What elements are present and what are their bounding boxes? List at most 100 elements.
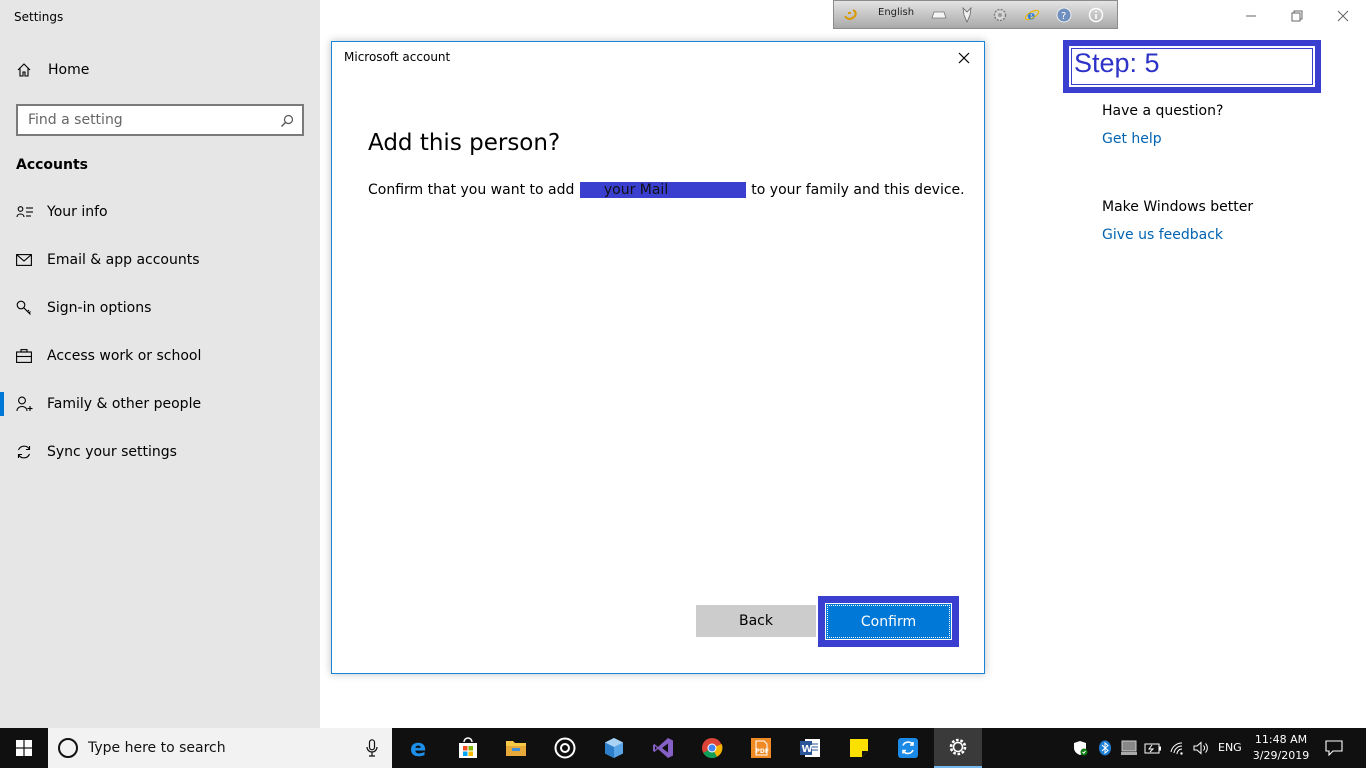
add-person-icon <box>16 396 34 412</box>
sidebar-item-label: Your info <box>47 204 108 220</box>
nav-home[interactable]: Home <box>16 62 89 78</box>
folder-icon <box>506 741 526 756</box>
floating-toolbar: English e ? <box>833 0 1118 29</box>
close-window-button[interactable] <box>1320 0 1366 32</box>
minimize-icon <box>1246 15 1256 17</box>
app-logo-icon[interactable] <box>842 6 860 24</box>
dialog-heading: Add this person? <box>368 130 561 156</box>
word-icon: W <box>800 739 820 757</box>
taskbar-search[interactable]: Type here to search <box>48 728 392 768</box>
find-setting-input[interactable] <box>18 106 268 134</box>
sidebar-item-email-app-accounts[interactable]: Email & app accounts <box>0 236 320 284</box>
accounts-nav-list: Your info Email & app accounts Sign-in o… <box>0 188 320 476</box>
tray-battery[interactable] <box>1143 728 1163 768</box>
home-icon <box>16 62 34 78</box>
restore-icon <box>1291 10 1303 22</box>
svg-text:e: e <box>410 737 426 759</box>
taskbar-foxit-pdf[interactable]: PDF <box>737 728 785 768</box>
person-card-icon <box>16 204 34 220</box>
taskbar-sticky-notes[interactable] <box>835 728 883 768</box>
dialog-close-button[interactable] <box>954 48 974 68</box>
refresh-app-icon <box>898 738 918 758</box>
confirm-annotation-frame: Confirm <box>818 596 959 647</box>
taskbar-store[interactable] <box>444 728 492 768</box>
settings-sidebar: Settings Home Accounts Your info Email &… <box>0 0 320 728</box>
clock-date: 3/29/2019 <box>1252 749 1310 762</box>
wifi-icon <box>1170 742 1183 755</box>
help-question: Have a question? <box>1102 103 1224 119</box>
svg-text:?: ? <box>1061 11 1066 22</box>
sidebar-item-sign-in-options[interactable]: Sign-in options <box>0 284 320 332</box>
sidebar-item-access-work-school[interactable]: Access work or school <box>0 332 320 380</box>
tray-language[interactable]: ENG <box>1218 741 1242 754</box>
microphone-icon[interactable] <box>366 739 378 761</box>
svg-text:W: W <box>802 744 813 755</box>
taskbar-visual-studio[interactable] <box>639 728 687 768</box>
taskbar-word[interactable]: W <box>786 728 834 768</box>
settings-gear-icon <box>949 738 967 756</box>
taskbar-sync-app[interactable] <box>884 728 932 768</box>
sidebar-item-sync-settings[interactable]: Sync your settings <box>0 428 320 476</box>
section-title-accounts: Accounts <box>16 157 89 173</box>
feedback-heading: Make Windows better <box>1102 199 1254 215</box>
give-feedback-link[interactable]: Give us feedback <box>1102 227 1223 243</box>
store-icon <box>459 737 477 758</box>
toolbar-language[interactable]: English <box>878 7 914 18</box>
pin-icon[interactable] <box>958 6 976 24</box>
restore-button[interactable] <box>1274 0 1320 32</box>
close-icon <box>958 52 970 64</box>
taskbar: Type here to search e PDF W ENG 11:48 AM… <box>0 728 1366 768</box>
sidebar-item-your-info[interactable]: Your info <box>0 188 320 236</box>
clock-time: 11:48 AM <box>1254 733 1308 746</box>
start-button[interactable] <box>0 728 48 768</box>
tray-defender[interactable] <box>1070 728 1090 768</box>
taskbar-3d-builder[interactable] <box>590 728 638 768</box>
tray-network-drive[interactable] <box>1118 728 1140 768</box>
taskbar-settings[interactable] <box>934 728 982 768</box>
volume-icon <box>1193 741 1208 755</box>
sticky-note-icon <box>850 739 868 757</box>
action-center-button[interactable] <box>1322 728 1346 768</box>
taskbar-clock[interactable]: 11:48 AM 3/29/2019 <box>1250 732 1312 764</box>
sync-icon <box>16 444 34 460</box>
confirm-button[interactable]: Confirm <box>826 604 951 639</box>
chrome-icon <box>702 738 723 759</box>
mail-highlight: your Mail <box>579 182 746 198</box>
sidebar-item-label: Sign-in options <box>47 300 152 316</box>
edge-icon: e <box>410 737 426 759</box>
cube-icon <box>605 738 623 758</box>
mail-icon <box>16 252 34 268</box>
sidebar-item-label: Access work or school <box>47 348 202 364</box>
keyboard-icon[interactable] <box>930 6 948 24</box>
dialog-title: Microsoft account <box>344 50 451 64</box>
music-disc-icon <box>554 737 576 759</box>
find-setting-search[interactable] <box>16 104 304 136</box>
key-icon <box>16 300 34 316</box>
dialog-message: Confirm that you want to add your Mail t… <box>368 182 965 198</box>
taskbar-edge[interactable]: e <box>396 728 444 768</box>
internet-explorer-icon[interactable]: e <box>1023 6 1041 24</box>
tray-volume[interactable] <box>1191 728 1213 768</box>
notification-icon <box>1325 740 1343 756</box>
taskbar-file-explorer[interactable] <box>492 728 540 768</box>
sidebar-item-label: Family & other people <box>47 396 202 412</box>
gear-icon[interactable] <box>991 6 1009 24</box>
sidebar-item-family-other-people[interactable]: Family & other people <box>0 380 320 428</box>
sidebar-item-label: Sync your settings <box>47 444 177 460</box>
svg-text:PDF: PDF <box>756 748 769 755</box>
tray-wifi[interactable] <box>1168 728 1188 768</box>
help-icon[interactable]: ? <box>1055 6 1073 24</box>
message-after: to your family and this device. <box>751 182 965 198</box>
tray-bluetooth[interactable] <box>1096 728 1114 768</box>
cortana-icon <box>58 738 78 758</box>
get-help-link[interactable]: Get help <box>1102 131 1162 147</box>
close-icon <box>1337 10 1349 22</box>
taskbar-groove[interactable] <box>541 728 589 768</box>
info-icon[interactable] <box>1087 6 1105 24</box>
search-icon[interactable] <box>280 113 294 132</box>
visual-studio-icon <box>653 738 673 758</box>
bluetooth-icon <box>1099 740 1111 756</box>
back-button[interactable]: Back <box>696 605 816 637</box>
minimize-button[interactable] <box>1228 0 1274 32</box>
taskbar-chrome[interactable] <box>688 728 736 768</box>
